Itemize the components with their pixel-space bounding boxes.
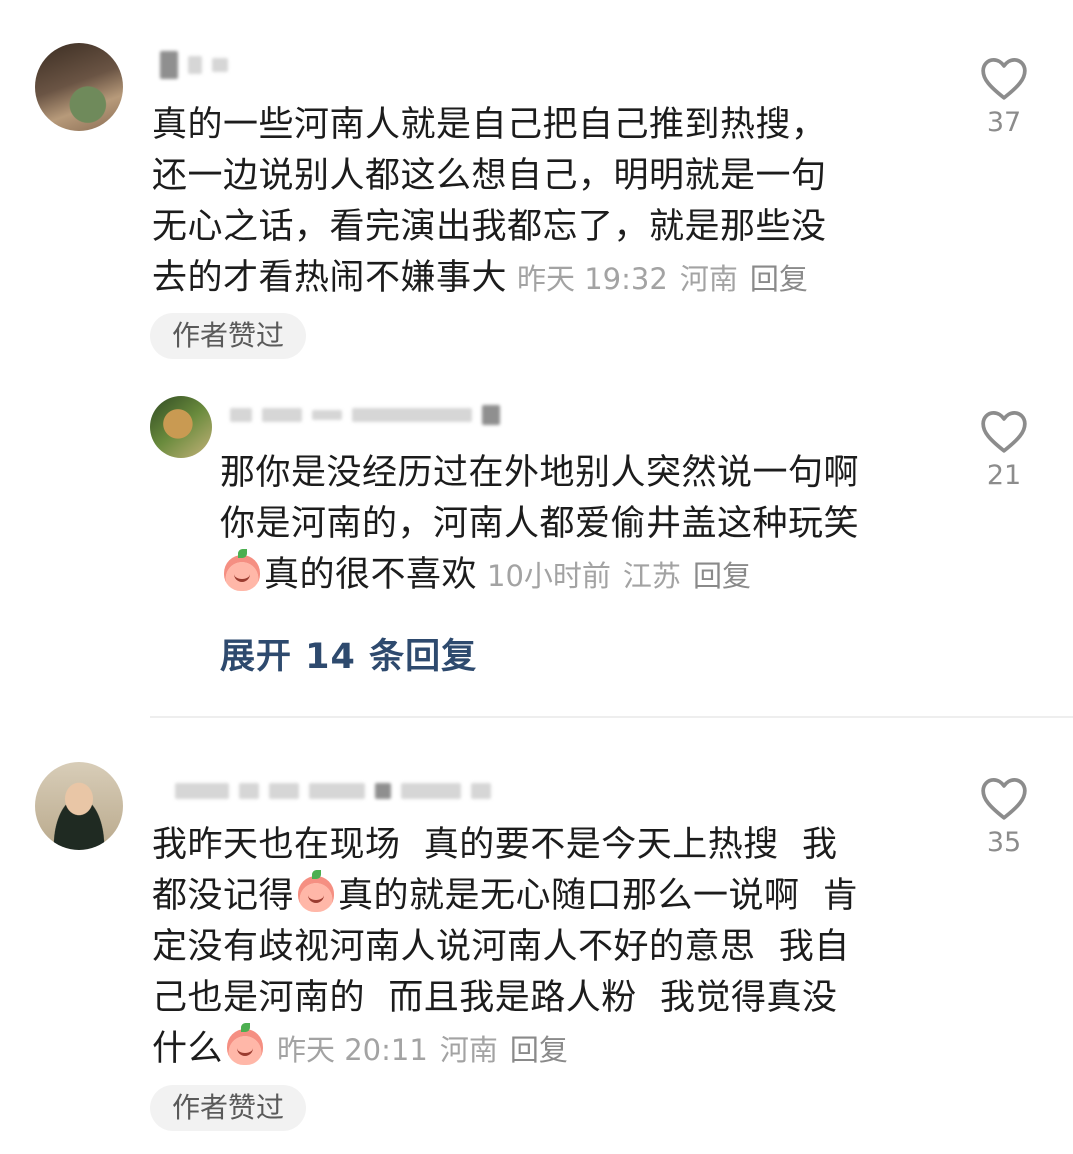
timestamp: 昨天 19:32 bbox=[517, 262, 668, 296]
blurred-name bbox=[352, 408, 472, 422]
blurred-name bbox=[269, 783, 299, 799]
crying-peach-emoji bbox=[298, 870, 335, 912]
author-liked-badge: 作者赞过 bbox=[150, 1085, 307, 1131]
reply-button[interactable]: 回复 bbox=[750, 262, 808, 296]
expand-replies-link[interactable]: 展开 14 条回复 bbox=[220, 628, 477, 679]
like-button[interactable]: 21 bbox=[969, 408, 1039, 491]
blurred-name bbox=[471, 783, 491, 799]
author-liked-badge: 作者赞过 bbox=[150, 313, 307, 359]
comment-meta: 昨天 20:11 河南 回复 bbox=[277, 1033, 580, 1067]
comment-meta: 昨天 19:32 河南 回复 bbox=[517, 262, 820, 296]
blurred-name bbox=[175, 783, 229, 799]
blurred-name bbox=[375, 783, 391, 799]
timestamp: 昨天 20:11 bbox=[277, 1033, 428, 1067]
blurred-name bbox=[482, 405, 500, 425]
comment-text: 真的一些河南人就是自己把自己推到热搜， 还一边说别人都这么想自己，明明就是一句 … bbox=[152, 105, 827, 298]
username-blurred[interactable] bbox=[160, 51, 228, 79]
blurred-name bbox=[188, 56, 202, 74]
avatar[interactable] bbox=[35, 762, 123, 850]
username-blurred[interactable] bbox=[230, 402, 500, 428]
location: 江苏 bbox=[622, 559, 681, 593]
heart-outline-icon bbox=[981, 57, 1027, 100]
reply-button[interactable]: 回复 bbox=[510, 1033, 568, 1067]
comment-text: 我昨天也在现场 真的要不是今天上热搜 我 都没记得 真的就是无心随口那么一说啊 肯… bbox=[152, 825, 859, 1069]
like-button[interactable]: 35 bbox=[969, 775, 1039, 858]
blurred-name bbox=[262, 408, 302, 422]
divider bbox=[150, 716, 1073, 718]
blurred-name bbox=[309, 783, 365, 799]
crying-peach-emoji bbox=[224, 549, 260, 591]
blurred-name bbox=[239, 783, 259, 799]
blurred-name bbox=[212, 58, 228, 72]
like-count: 21 bbox=[986, 460, 1022, 491]
blurred-name bbox=[401, 783, 461, 799]
like-count: 37 bbox=[986, 107, 1022, 138]
like-button[interactable]: 37 bbox=[969, 55, 1039, 138]
location: 河南 bbox=[439, 1033, 498, 1067]
blurred-name bbox=[230, 408, 252, 422]
crying-peach-emoji bbox=[227, 1023, 264, 1065]
timestamp: 10小时前 bbox=[487, 559, 611, 593]
reply-text: 那你是没经历过在外地别人突然说一句啊 你是河南的，河南人都爱偷井盖这种玩笑 真的… bbox=[220, 453, 860, 595]
blurred-name bbox=[312, 410, 342, 420]
avatar[interactable] bbox=[35, 43, 123, 131]
username-blurred[interactable] bbox=[175, 778, 491, 804]
like-count: 35 bbox=[986, 827, 1022, 858]
heart-outline-icon bbox=[981, 778, 1027, 820]
location: 河南 bbox=[679, 262, 738, 296]
comment-meta: 10小时前 江苏 回复 bbox=[487, 559, 763, 593]
avatar[interactable] bbox=[150, 396, 212, 458]
blurred-name bbox=[160, 51, 178, 79]
reply-button[interactable]: 回复 bbox=[693, 559, 751, 593]
heart-outline-icon bbox=[981, 411, 1027, 453]
